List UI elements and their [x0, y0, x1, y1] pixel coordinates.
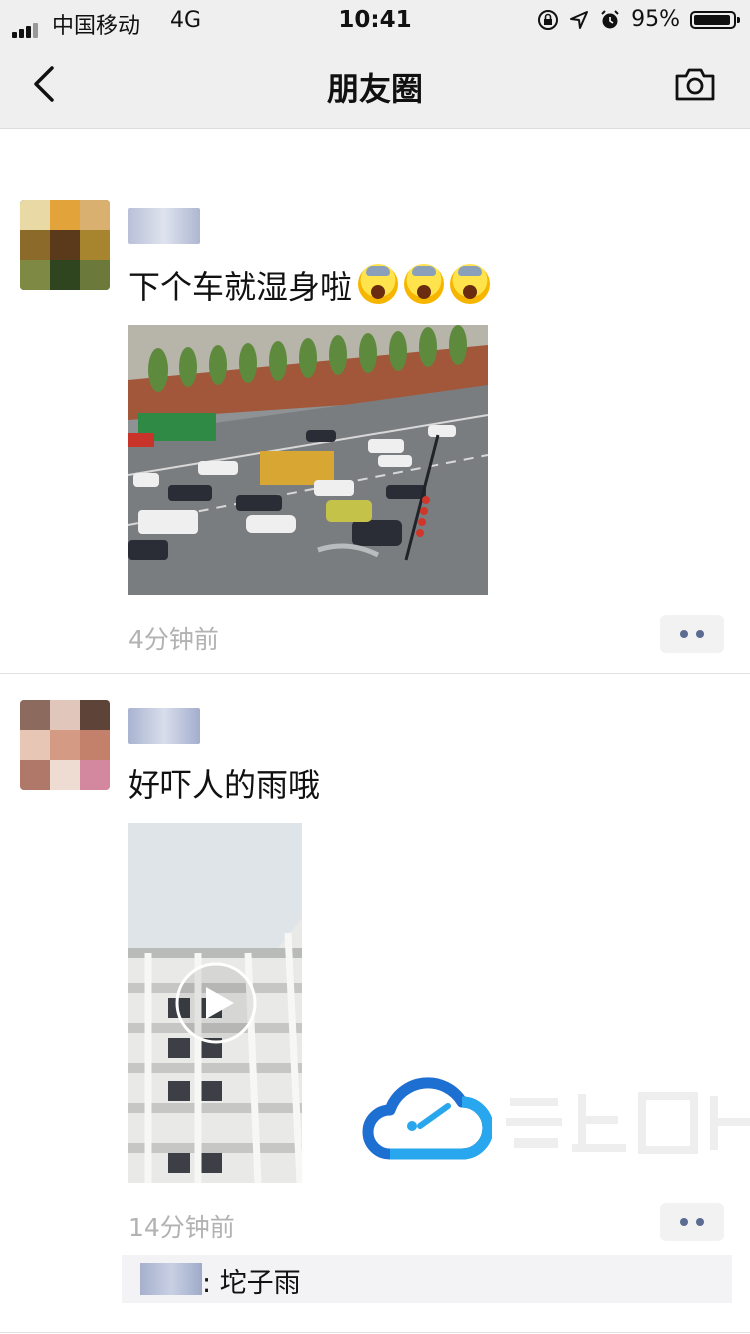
avatar[interactable] [20, 700, 110, 790]
post-text-content: 下个车就湿身啦 [128, 268, 353, 306]
post-timestamp: 4分钟前 [128, 625, 219, 654]
comment-item[interactable]: : 坨子雨 [122, 1255, 732, 1303]
play-icon [175, 962, 257, 1044]
watermark-wordmark [506, 1092, 750, 1154]
post-action-button[interactable] [660, 1203, 724, 1241]
more-dot-icon [696, 630, 704, 638]
status-icons: 95% [537, 7, 740, 32]
scream-emoji-icon [404, 264, 445, 304]
battery-percent: 95% [631, 7, 680, 32]
blurred-username[interactable] [128, 208, 200, 244]
avatar[interactable] [20, 200, 110, 290]
comment-text: : 坨子雨 [202, 1268, 301, 1299]
post-video[interactable] [128, 823, 302, 1183]
post-divider [0, 673, 750, 674]
post-text: 好吓人的雨哦 [128, 766, 321, 804]
scream-emoji-icon [450, 264, 491, 304]
camera-button[interactable] [674, 66, 716, 102]
navigation-bar: 朋友圈 [0, 40, 750, 129]
watermark-logo [362, 1070, 750, 1160]
location-arrow-icon [570, 10, 589, 29]
more-dot-icon [696, 1218, 704, 1226]
status-bar: 中国移动 4G 10:41 95% [0, 0, 750, 40]
more-dot-icon [680, 1218, 688, 1226]
rotation-lock-icon [538, 9, 559, 30]
post-timestamp: 14分钟前 [128, 1213, 235, 1242]
page-title: 朋友圈 [326, 70, 423, 108]
post-text: 下个车就湿身啦 [128, 262, 491, 308]
camera-icon [675, 68, 715, 101]
blurred-commenter-name[interactable] [140, 1263, 202, 1295]
post-action-button[interactable] [660, 615, 724, 653]
alarm-clock-icon [601, 9, 619, 28]
blurred-username[interactable] [128, 708, 200, 744]
scream-emoji-icon [358, 264, 399, 304]
more-dot-icon [680, 630, 688, 638]
post-photo[interactable] [128, 325, 488, 595]
cloud-logo-icon [362, 1077, 494, 1160]
post-divider [0, 1332, 750, 1333]
battery-icon [690, 10, 740, 29]
